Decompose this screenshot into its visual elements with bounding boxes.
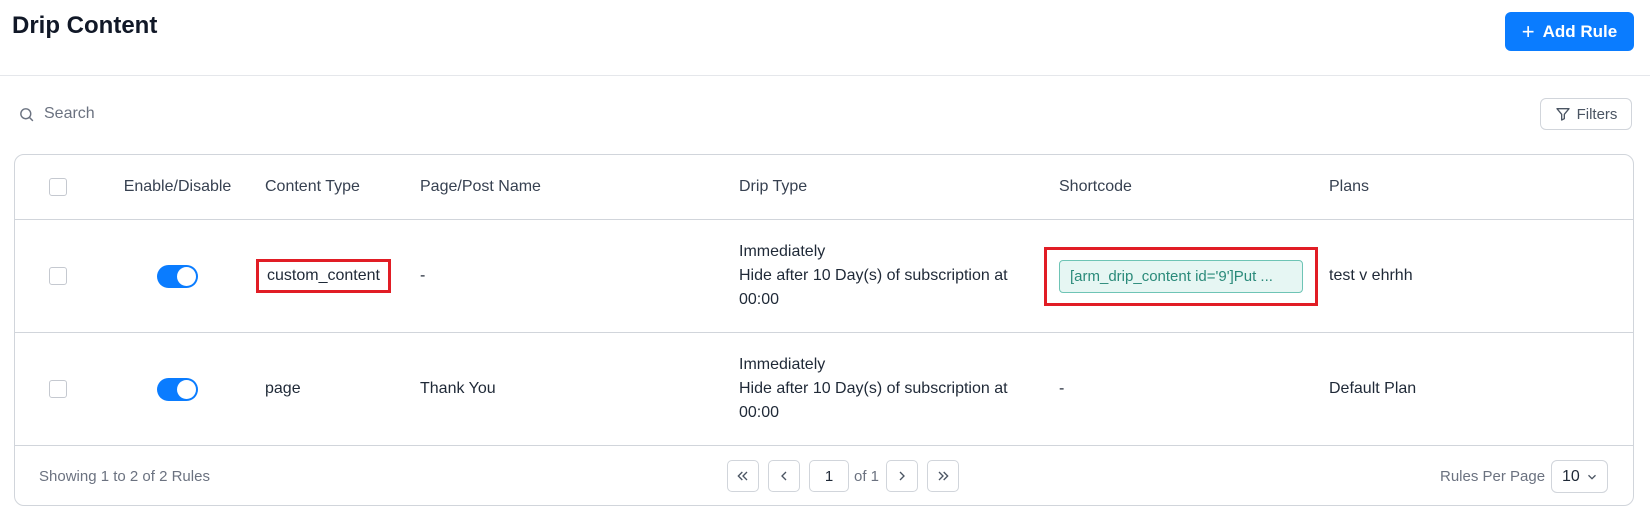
search-input[interactable] bbox=[44, 105, 304, 123]
drip-type-detail: Hide after 10 Day(s) of subscription at … bbox=[739, 267, 1008, 308]
previous-page-button[interactable] bbox=[768, 460, 800, 492]
page-name-value: - bbox=[420, 267, 426, 284]
enable-toggle[interactable] bbox=[157, 264, 198, 288]
column-header-page-name: Page/Post Name bbox=[420, 178, 541, 195]
chevron-right-icon bbox=[899, 471, 905, 481]
column-header-enable: Enable/Disable bbox=[123, 178, 232, 195]
column-header-plans: Plans bbox=[1329, 178, 1370, 195]
select-all-checkbox[interactable] bbox=[49, 178, 67, 196]
page-number-input[interactable] bbox=[809, 460, 849, 492]
shortcode-field[interactable]: [arm_drip_content id='9']Put ... bbox=[1059, 259, 1303, 293]
shortcode-value: - bbox=[1059, 380, 1065, 397]
drip-type-value: Immediately bbox=[739, 243, 826, 260]
table-header-row: Enable/Disable Content Type Page/Post Na… bbox=[15, 155, 1633, 220]
search-icon bbox=[20, 107, 34, 121]
chevron-down-icon bbox=[1588, 474, 1596, 480]
first-page-button[interactable] bbox=[727, 460, 759, 492]
rules-per-page-value: 10 bbox=[1562, 467, 1580, 485]
double-chevron-left-icon bbox=[737, 471, 748, 481]
page-name-value: Thank You bbox=[420, 380, 496, 397]
row-checkbox[interactable] bbox=[49, 267, 67, 285]
search-bar bbox=[18, 100, 304, 128]
drip-type-value: Immediately bbox=[739, 356, 826, 373]
add-rule-label: Add Rule bbox=[1542, 21, 1618, 41]
enable-toggle[interactable] bbox=[157, 377, 198, 401]
rules-per-page-label: Rules Per Page bbox=[1440, 468, 1546, 485]
column-header-content-type: Content Type bbox=[265, 178, 360, 195]
last-page-button[interactable] bbox=[927, 460, 960, 492]
page-header: Drip Content + Add Rule bbox=[0, 0, 1650, 76]
rules-per-page-select[interactable]: 10 bbox=[1551, 460, 1608, 493]
showing-count: Showing 1 to 2 of 2 Rules bbox=[39, 468, 210, 485]
plus-icon: + bbox=[1521, 18, 1535, 44]
filter-icon bbox=[1555, 108, 1570, 121]
table-row: custom_content - Immediately Hide after … bbox=[15, 220, 1633, 333]
row-checkbox[interactable] bbox=[49, 380, 67, 398]
rules-table: Enable/Disable Content Type Page/Post Na… bbox=[14, 154, 1634, 506]
double-chevron-right-icon bbox=[938, 471, 949, 481]
content-type-highlight: custom_content bbox=[256, 259, 391, 293]
page-title: Drip Content bbox=[12, 12, 158, 39]
content-type-value: custom_content bbox=[267, 267, 380, 284]
content-type-value: page bbox=[265, 380, 301, 397]
next-page-button[interactable] bbox=[886, 460, 919, 492]
table-row: page Thank You Immediately Hide after 10… bbox=[15, 333, 1633, 446]
plans-value: test v ehrhh bbox=[1329, 267, 1413, 284]
shortcode-highlight: [arm_drip_content id='9']Put ... bbox=[1044, 246, 1318, 306]
add-rule-button[interactable]: + Add Rule bbox=[1505, 12, 1634, 51]
pagination: of 1 bbox=[727, 460, 960, 492]
column-header-drip-type: Drip Type bbox=[739, 178, 808, 195]
chevron-left-icon bbox=[781, 471, 787, 481]
drip-type-detail: Hide after 10 Day(s) of subscription at … bbox=[739, 380, 1008, 421]
table-footer: Showing 1 to 2 of 2 Rules of 1 Rules Per… bbox=[15, 446, 1633, 505]
column-header-shortcode: Shortcode bbox=[1059, 178, 1132, 195]
filters-button[interactable]: Filters bbox=[1540, 98, 1632, 130]
plans-value: Default Plan bbox=[1329, 380, 1417, 397]
filters-label: Filters bbox=[1576, 105, 1618, 123]
page-total: of 1 bbox=[854, 467, 880, 485]
